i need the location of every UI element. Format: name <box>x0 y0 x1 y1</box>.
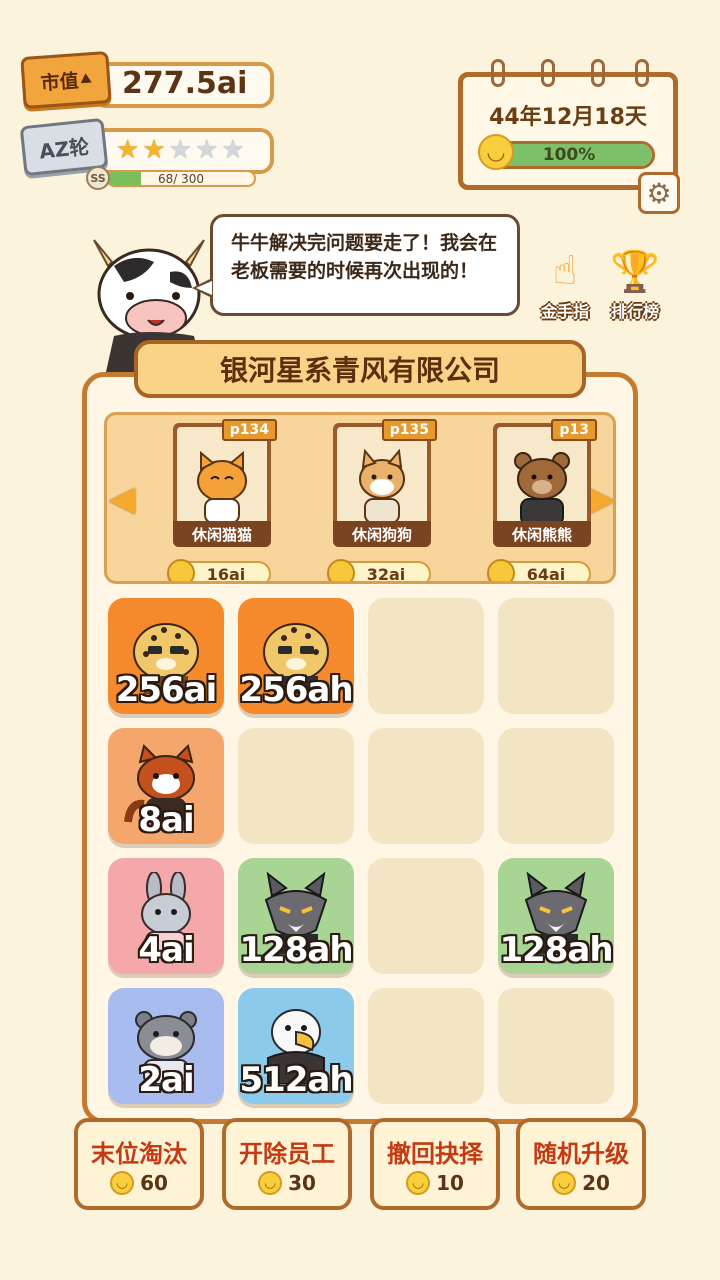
employee-tile-leopard[interactable]: 256ai <box>108 598 224 714</box>
action-cost-value: 60 <box>140 1170 168 1195</box>
action-cost-value: 20 <box>582 1170 610 1195</box>
recruit-card[interactable]: p13 休闲熊熊 64ai 月薪 <box>487 419 597 581</box>
employee-tile-red-panda[interactable]: 8ai <box>108 728 224 844</box>
star-icon: ★ <box>116 135 140 165</box>
trophy-icon: 🏆 <box>610 248 660 295</box>
salary-tag: 月薪 <box>325 581 347 584</box>
ring-icon <box>591 59 605 87</box>
carousel-left-arrow[interactable]: ◀ <box>109 479 135 519</box>
ring-icon <box>541 59 555 87</box>
card-code: p134 <box>221 419 277 441</box>
recruit-card[interactable]: p135 休闲狗狗 32ai 月薪 <box>327 419 437 581</box>
settings-button[interactable]: ⚙ <box>638 172 680 214</box>
company-name: 银河星系青风有限公司 <box>219 354 500 387</box>
action-cost-value: 30 <box>288 1170 316 1195</box>
empty-cell[interactable] <box>368 858 484 974</box>
speech-text: 牛牛解决完问题要走了！我会在老板需要的时候再次出现的！ <box>231 232 498 282</box>
employee-tile-wolf[interactable]: 128ah <box>498 858 614 974</box>
random-upgrade-button[interactable]: 随机升级 ◡ 20 <box>516 1118 646 1210</box>
smile-icon: ◡ <box>552 1170 577 1195</box>
action-cost: ◡ 30 <box>258 1170 316 1195</box>
action-label: 末位淘汰 <box>91 1139 187 1168</box>
leaderboard-label: 排行榜 <box>610 302 659 321</box>
card-name: 休闲熊熊 <box>493 521 591 547</box>
action-cost: ◡ 10 <box>406 1170 464 1195</box>
star-icon: ★ <box>168 135 192 165</box>
action-cost-value: 10 <box>436 1170 464 1195</box>
leaderboard-button[interactable]: 🏆 排行榜 <box>608 244 662 322</box>
card-code: p13 <box>551 419 597 441</box>
employee-tile-eagle[interactable]: 512ah <box>238 988 354 1104</box>
action-cost: ◡ 60 <box>110 1170 168 1195</box>
carousel-right-arrow[interactable]: ▶ <box>589 479 613 519</box>
speech-bubble: 牛牛解决完问题要走了！我会在老板需要的时候再次出现的！ <box>210 214 520 316</box>
star-rating: ★ ★ ★ ★ ★ <box>116 137 245 163</box>
empty-cell[interactable] <box>498 728 614 844</box>
level-badge: SS <box>86 166 110 190</box>
speech-tail-inner <box>196 281 212 295</box>
tile-value: 256ah <box>239 670 353 710</box>
tile-value: 4ai <box>138 930 194 970</box>
recruit-carousel: ◀ ▶ p134 休闲猫猫 16ai 月薪 <box>104 412 616 584</box>
employee-tile-hamster[interactable]: 2ai <box>108 988 224 1104</box>
star-icon: ★ <box>142 135 166 165</box>
smile-icon: ◡ <box>406 1170 431 1195</box>
tile-value: 2ai <box>138 1060 194 1100</box>
funding-round-label: AZ轮 <box>38 133 91 164</box>
recruit-card[interactable]: p134 休闲猫猫 16ai 月薪 <box>167 419 277 581</box>
star-icon: ★ <box>221 135 245 165</box>
salary-tag: 月薪 <box>485 581 507 584</box>
eliminate-last-button[interactable]: 末位淘汰 ◡ 60 <box>74 1118 204 1210</box>
calendar-date: 44年12月18天 <box>489 105 647 130</box>
empty-cell[interactable] <box>238 728 354 844</box>
market-value: 277.5ai <box>122 66 248 101</box>
employee-tile-leopard-suit[interactable]: 256ah <box>238 598 354 714</box>
pointing-hand-icon: ☝ <box>552 248 578 294</box>
tile-value: 128ah <box>239 930 353 970</box>
empty-cell[interactable] <box>368 598 484 714</box>
cat-icon <box>197 450 247 524</box>
chart-up-icon: ⛰ <box>79 70 92 87</box>
empty-cell[interactable] <box>498 988 614 1104</box>
empty-cell[interactable] <box>368 728 484 844</box>
golden-finger-button[interactable]: ☝ 金手指 <box>538 244 592 322</box>
smile-icon: ◡ <box>478 134 514 170</box>
undo-choice-button[interactable]: 撤回抉择 ◡ 10 <box>370 1118 500 1210</box>
action-label: 开除员工 <box>239 1139 335 1168</box>
employee-tile-rabbit[interactable]: 4ai <box>108 858 224 974</box>
company-banner: 银河星系青风有限公司 <box>134 340 586 398</box>
market-value-tag: 市值 ⛰ <box>20 50 112 110</box>
tile-value: 128ah <box>499 930 613 970</box>
action-cost: ◡ 20 <box>552 1170 610 1195</box>
empty-cell[interactable] <box>368 988 484 1104</box>
fire-employee-button[interactable]: 开除员工 ◡ 30 <box>222 1118 352 1210</box>
market-value-label: 市值 <box>39 69 80 95</box>
card-name: 休闲狗狗 <box>333 521 431 547</box>
tile-value: 512ah <box>239 1060 353 1100</box>
xp-text: 68/ 300 <box>157 171 205 186</box>
card-code: p135 <box>381 419 437 441</box>
employee-tile-wolf[interactable]: 128ah <box>238 858 354 974</box>
salary-tag: 月薪 <box>165 581 187 584</box>
action-label: 撤回抉择 <box>387 1139 483 1168</box>
action-label: 随机升级 <box>533 1139 629 1168</box>
ring-icon <box>635 59 649 87</box>
tile-value: 8ai <box>138 800 194 840</box>
ring-icon <box>491 59 505 87</box>
tile-value: 256ai <box>115 670 218 710</box>
golden-finger-label: 金手指 <box>540 302 589 321</box>
star-icon: ★ <box>194 135 219 165</box>
smile-icon: ◡ <box>110 1170 135 1195</box>
gear-icon: ⚙ <box>646 176 672 210</box>
smile-icon: ◡ <box>258 1170 283 1195</box>
dog-icon <box>359 448 405 524</box>
bear-icon <box>514 452 570 525</box>
card-name: 休闲猫猫 <box>173 521 271 547</box>
empty-cell[interactable] <box>498 598 614 714</box>
